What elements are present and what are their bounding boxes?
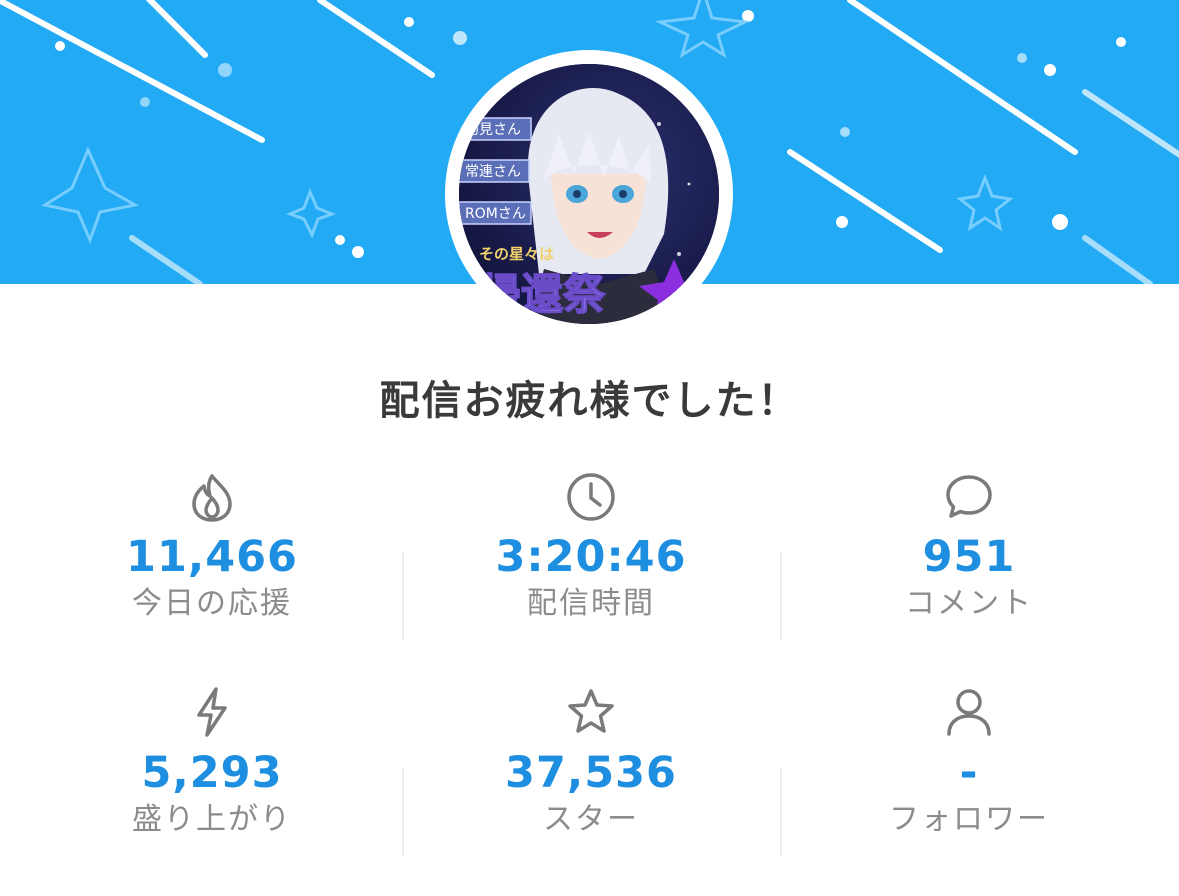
star-icon xyxy=(568,689,614,733)
clock-icon xyxy=(567,473,615,521)
stat-label: コメント xyxy=(905,586,1033,621)
avatar[interactable]: 初見さん 常連さん ROMさん その星々は 帰還祭 xyxy=(459,64,719,324)
page-title: 配信お疲れ様でした！ xyxy=(379,378,800,424)
divider xyxy=(402,768,404,856)
person-icon xyxy=(947,689,991,736)
stat-followers: - フォロワー xyxy=(819,684,1119,840)
stat-stream-time: 3:20:46 配信時間 xyxy=(441,468,741,624)
stat-label: 配信時間 xyxy=(527,586,655,621)
stat-value: 37,536 xyxy=(505,748,677,798)
avatar-caption: その星々は xyxy=(479,245,554,263)
divider xyxy=(780,768,782,856)
stat-value: - xyxy=(959,748,979,798)
stat-value: 11,466 xyxy=(126,532,298,582)
stat-label: スター xyxy=(543,802,639,837)
comment-icon xyxy=(946,475,992,518)
stat-excitement: 5,293 盛り上がり xyxy=(62,684,362,840)
flame-icon xyxy=(192,474,232,522)
stat-value: 3:20:46 xyxy=(495,532,687,582)
badge-rom: ROMさん xyxy=(465,206,526,222)
lightning-icon xyxy=(197,687,227,737)
badge-regular: 常連さん xyxy=(465,164,521,180)
stat-label: 盛り上がり xyxy=(132,802,292,837)
stat-label: 今日の応援 xyxy=(132,586,292,621)
stat-comments: 951 コメント xyxy=(819,468,1119,624)
stat-label: フォロワー xyxy=(889,802,1049,837)
divider xyxy=(780,552,782,640)
stat-stars: 37,536 スター xyxy=(441,684,741,840)
stat-today-support: 11,466 今日の応援 xyxy=(62,468,362,624)
stat-value: 5,293 xyxy=(141,748,283,798)
stat-value: 951 xyxy=(922,532,1016,582)
divider xyxy=(402,552,404,640)
